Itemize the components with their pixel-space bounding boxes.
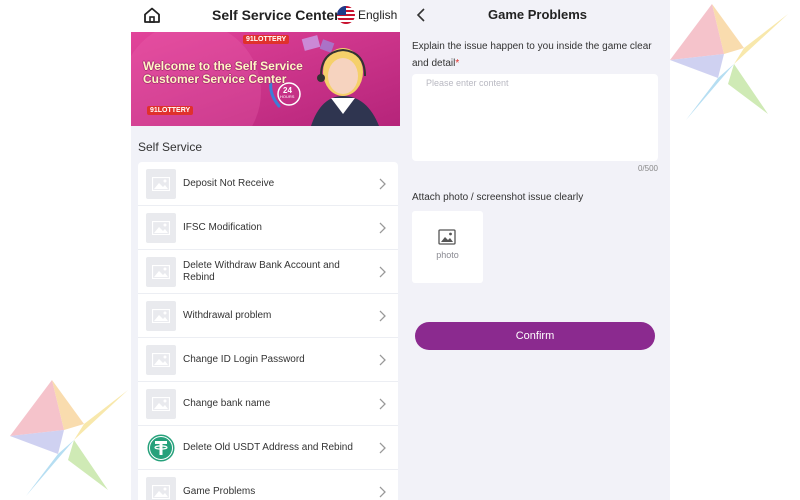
us-flag-icon[interactable] — [337, 6, 355, 24]
image-placeholder-icon — [146, 345, 176, 375]
image-placeholder-icon — [146, 301, 176, 331]
page-title: Self Service Center — [212, 7, 340, 23]
game-problems-header: Game Problems — [400, 0, 670, 30]
service-item-delete-bank[interactable]: Delete Withdraw Bank Account and Rebind — [138, 250, 398, 294]
language-selector[interactable]: English — [358, 8, 397, 22]
service-item-label: Game Problems — [183, 486, 256, 497]
welcome-banner: 91LOTTERY Welcome to the Self Service Cu… — [131, 32, 400, 126]
self-service-header: Self Service Center English — [131, 0, 400, 32]
self-service-list: Deposit Not Receive IFSC Modification De… — [138, 162, 398, 500]
chevron-right-icon — [379, 222, 386, 234]
service-item-label: Withdrawal problem — [183, 310, 272, 321]
decorative-star-icon — [10, 380, 128, 496]
service-item-game-problems[interactable]: Game Problems — [138, 470, 398, 500]
chevron-right-icon — [379, 442, 386, 454]
home-icon[interactable] — [143, 6, 161, 24]
issue-description-input[interactable] — [412, 74, 658, 161]
attach-photo-label: Attach photo / screenshot issue clearly — [412, 192, 584, 203]
brand-logo-bottom: 91LOTTERY — [147, 106, 194, 115]
service-item-label: Deposit Not Receive — [183, 178, 275, 189]
self-service-panel: Self Service Center English 91LOTTERY We… — [131, 0, 400, 500]
game-problems-title: Game Problems — [488, 7, 587, 22]
add-photo-icon — [438, 229, 456, 245]
service-item-label: Delete Old USDT Address and Rebind — [183, 442, 353, 453]
image-placeholder-icon — [146, 477, 176, 500]
chevron-right-icon — [379, 266, 386, 278]
image-placeholder-icon — [146, 257, 176, 287]
image-placeholder-icon — [146, 169, 176, 199]
service-item-withdrawal[interactable]: Withdrawal problem — [138, 294, 398, 338]
service-item-usdt[interactable]: Delete Old USDT Address and Rebind — [138, 426, 398, 470]
service-item-change-password[interactable]: Change ID Login Password — [138, 338, 398, 382]
decorative-star-icon — [670, 4, 788, 120]
service-item-label: Change bank name — [183, 398, 271, 409]
back-arrow-icon[interactable] — [416, 7, 426, 23]
screenshot-stage: Self Service Center English 91LOTTERY We… — [0, 0, 800, 500]
photo-upload-button[interactable]: photo — [412, 211, 483, 283]
service-item-label: IFSC Modification — [183, 222, 262, 233]
confirm-button[interactable]: Confirm — [415, 322, 655, 350]
explain-issue-text: Explain the issue happen to you inside t… — [412, 41, 652, 69]
chevron-right-icon — [379, 178, 386, 190]
image-placeholder-icon — [146, 213, 176, 243]
image-placeholder-icon — [146, 389, 176, 419]
service-item-ifsc[interactable]: IFSC Modification — [138, 206, 398, 250]
chevron-right-icon — [379, 310, 386, 322]
section-title: Self Service — [138, 140, 203, 154]
hours-badge-label: HOURS — [280, 94, 295, 99]
banner-headline: Welcome to the Self Service Customer Ser… — [143, 59, 303, 86]
service-item-deposit[interactable]: Deposit Not Receive — [138, 162, 398, 206]
service-item-label: Change ID Login Password — [183, 354, 305, 365]
brand-logo: 91LOTTERY — [243, 35, 290, 44]
photo-upload-label: photo — [436, 250, 459, 260]
chevron-right-icon — [379, 354, 386, 366]
chevron-right-icon — [379, 486, 386, 498]
usdt-icon — [146, 433, 176, 463]
required-mark: * — [455, 58, 460, 69]
service-item-change-bank[interactable]: Change bank name — [138, 382, 398, 426]
service-item-label: Delete Withdraw Bank Account and Rebind — [183, 260, 340, 283]
explain-issue-label: Explain the issue happen to you inside t… — [412, 38, 662, 72]
chevron-right-icon — [379, 398, 386, 410]
character-counter: 0/500 — [637, 164, 658, 173]
game-problems-panel: Game Problems Explain the issue happen t… — [400, 0, 670, 500]
